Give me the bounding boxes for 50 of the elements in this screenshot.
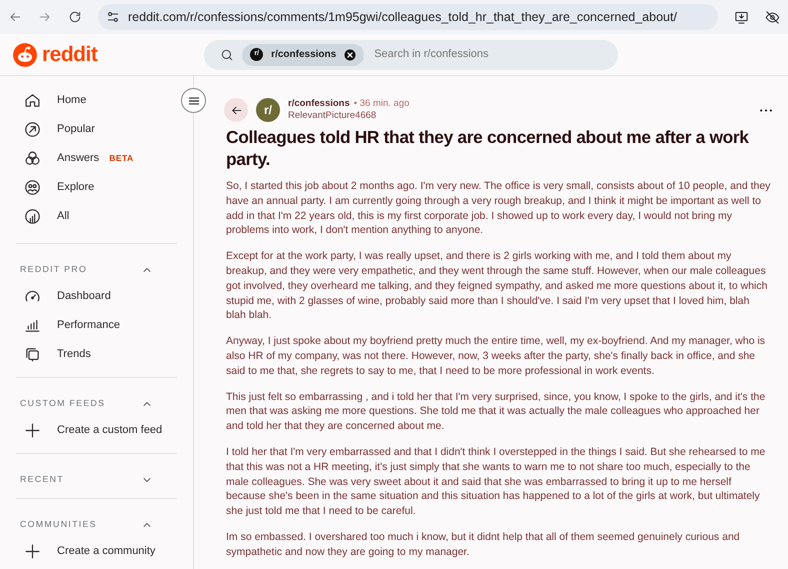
eye-off-icon[interactable] — [765, 10, 780, 24]
popular-icon — [24, 121, 41, 138]
post-time: • 36 min. ago — [354, 98, 410, 110]
address-bar[interactable]: reddit.com/r/confessions/comments/1m95gwi/colleagues_told_hr_that_they_are_concerned_about/ — [98, 4, 718, 30]
sidebar-item[interactable]: Explore — [16, 173, 177, 202]
post-paragraph: Im so embassed. I overshared too much i know, but it didnt help that all of them seemed genuinely curious and sympathetic and now they are going to my manager. — [226, 530, 741, 560]
more-options-button[interactable] — [760, 108, 772, 112]
performance-icon — [24, 317, 41, 334]
community-name: r/confessions — [271, 48, 336, 62]
install-icon[interactable] — [734, 10, 749, 24]
section-header[interactable]: RECENT — [16, 454, 177, 492]
author-link[interactable]: RelevantPicture4668 — [288, 110, 410, 122]
more-icon — [760, 108, 772, 112]
reload-icon[interactable] — [68, 10, 82, 24]
section-header[interactable]: COMMUNITIES — [16, 499, 177, 537]
back-icon[interactable] — [8, 10, 22, 24]
post-paragraph: Except for at the work party, I was really upset, and there is 2 girls working with me, and I told them about my breakup, and they were very empathetic, and they went through the same stuff. However, when our male colleagues got involved, they overheard me talking, and they feigned sympathy, and asked me more questions about it, to which stupid me, with 2 glasses of wine, probably said more than I should've. I said I'm very upset that I loved him, blah blah blah. — [226, 249, 768, 324]
subreddit-link[interactable]: r/confessions — [288, 98, 350, 110]
home-icon — [24, 92, 41, 109]
post-paragraph: I told her that I'm very embarrassed and that I didn't think I overstepped in the things I said. But she rehearsed to me that this was not a HR meeting, it's just simply that she wants to warn me to not share too much, especially to the male colleagues. She was very sweet about it and said that she was embarrassed to bring it up to me herself because she's been in the same situation and this situation has happened to a lot of the girls at work, but ultimately she just told me that I need to be careful. — [226, 444, 766, 519]
snoo-icon — [12, 42, 38, 68]
beta-label: BETA — [109, 152, 134, 165]
sidebar-item[interactable]: Home — [16, 86, 177, 115]
post-title: Colleagues told HR that they are concerned about me after a work party. — [226, 126, 750, 170]
post-paragraph: This just felt so embarrassing , and i told her that I'm very surprised, since, you know, I spoke to the girls, and it's the men that was asking me more questions. She told me that it was actually the male colleagues who approached her and told her that they are concerned about me. — [226, 390, 766, 434]
plus-icon — [24, 422, 41, 439]
back-button[interactable] — [224, 98, 248, 122]
sidebar-item[interactable]: Popular — [16, 115, 177, 144]
post-paragraph: Anyway, I just spoke about my boyfriend pretty much the entire time, well, my ex-boyfriend. And my manager, who is also HR of my company, was not there. However, now, 3 weeks after the party, she's finally back in office, and she said to me that, she regrets to say to me, that I need to be more professional in work events. — [226, 334, 766, 379]
answers-icon — [24, 150, 41, 167]
explore-icon — [24, 179, 41, 196]
search-icon[interactable] — [220, 48, 234, 62]
trends-icon — [24, 346, 41, 363]
plus-icon — [24, 543, 41, 560]
section-header[interactable]: REDDIT PRO — [16, 244, 177, 282]
close-icon[interactable] — [344, 48, 356, 60]
post-paragraph: So, I started this job about 2 months ago. I'm very new. The office is very small, consists about of 10 people, and they have an annual party. I am currently going through a very rough breakup, and I think it might be important as well to add in that I'm 22 years old, this is my first corporate job. I showed up to work every day, I would not bring my problems into work, I don't mention anything to anyone. — [226, 179, 772, 238]
sidebar-item[interactable]: Create a community — [16, 537, 177, 566]
sidebar-item[interactable]: All — [16, 202, 177, 231]
sidebar-item[interactable]: Trends — [16, 340, 177, 369]
sidebar-item-label[interactable]: Answers — [57, 150, 100, 167]
community-avatar: r/ — [256, 98, 280, 122]
sidebar-item[interactable]: Dashboard — [16, 282, 177, 311]
sidebar-item[interactable]: Create a custom feed — [16, 416, 177, 445]
site-settings-icon[interactable] — [106, 10, 120, 24]
section-header[interactable]: CUSTOM FEEDS — [16, 378, 177, 416]
all-icon — [24, 208, 41, 225]
sidebar-item[interactable]: Performance — [16, 311, 177, 340]
menu-button[interactable] — [181, 88, 206, 113]
forward-icon[interactable] — [38, 10, 52, 24]
